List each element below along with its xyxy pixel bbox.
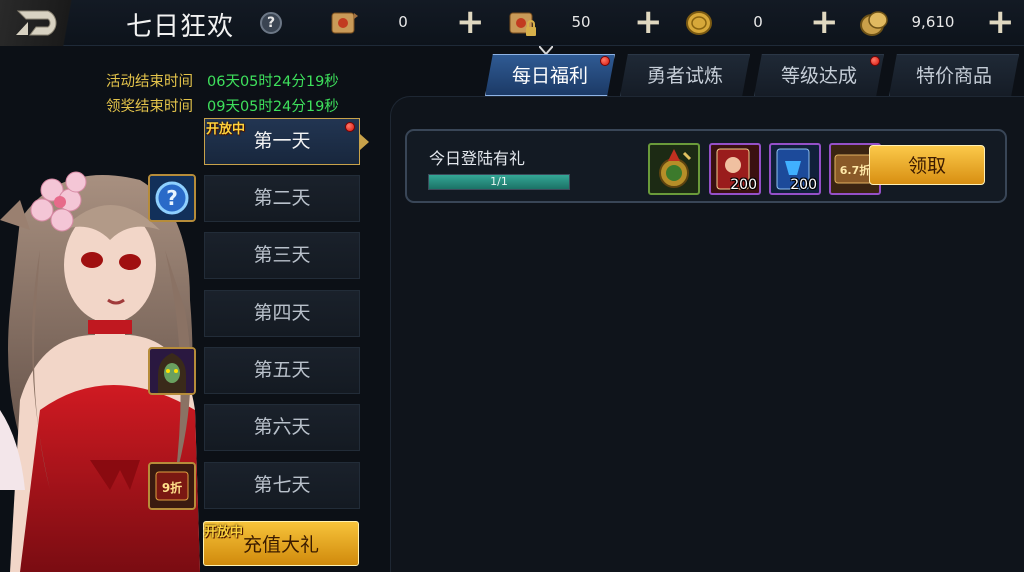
top-bar: 七日狂欢 ? 0 + 50 + 0 + 9,610 + [0,0,1024,46]
recharge-gift-label: 充值大礼 [242,534,319,556]
event-end-timer: 活动结束时间 06天05时24分19秒 [106,70,339,91]
tab-label: 每日福利 [511,65,588,87]
back-arrow-icon [16,10,57,36]
tab-label: 等级达成 [780,65,857,87]
day-label: 第五天 [253,359,311,381]
tab-special-offers[interactable]: 特价商品 [889,54,1019,96]
portrait-hooded-figure-icon[interactable] [148,347,196,395]
discount-card-icon[interactable]: 9折 [148,462,196,510]
day-tab-5[interactable]: 第五天 [204,347,360,394]
day-tab-4[interactable]: 第四天 [204,290,360,337]
day-label: 第二天 [253,187,311,209]
task-card: 今日登陆有礼 1/1 200 200 6.7折 领取 [405,129,1007,203]
day-tab-2[interactable]: 第二天 [204,175,360,222]
day-tab-6[interactable]: 第六天 [204,404,360,451]
tab-hero-trial[interactable]: 勇者试炼 [620,54,750,96]
back-button[interactable] [0,0,110,46]
timer-label: 领奖结束时间 [106,99,193,115]
add-gold-coin-button[interactable]: + [810,5,839,39]
claim-label: 领取 [907,155,946,177]
discount-text: 6.7折 [840,163,871,177]
day-label: 第四天 [253,302,311,324]
help-icon[interactable]: ? [260,12,282,34]
tab-label: 特价商品 [915,65,992,87]
tab-daily-benefits[interactable]: 每日福利 [485,54,615,96]
add-locked-scroll-button[interactable]: + [634,5,663,39]
notification-dot-icon [345,122,355,132]
day-label: 第三天 [253,244,311,266]
open-badge: 开放中 [204,525,244,540]
open-badge: 开放中 [206,122,246,137]
claim-end-timer: 领奖结束时间 09天05时24分19秒 [106,95,339,116]
red-card-icon[interactable]: 200 [709,143,761,195]
page-title: 七日狂欢 [126,12,235,42]
tab-level-reached[interactable]: 等级达成 [754,54,884,96]
add-coin-button[interactable]: + [986,5,1015,39]
timer-value: 06天05时24分19秒 [207,74,339,90]
svg-text:?: ? [166,186,178,210]
timer-label: 活动结束时间 [106,74,193,90]
item-quantity: 200 [790,177,817,193]
task-progress-bar: 1/1 [428,174,570,190]
resource-value: 9,610 [911,13,955,31]
discount-text: 9折 [162,480,182,495]
day-tab-3[interactable]: 第三天 [204,232,360,279]
day-tab-7[interactable]: 第七天 [204,462,360,509]
timer-value: 09天05时24分19秒 [207,99,339,115]
day-label: 第一天 [253,130,311,152]
claim-button[interactable]: 领取 [869,145,985,185]
notification-dot-icon [600,56,610,66]
selected-arrow-icon [360,134,369,150]
blue-card-icon[interactable]: 200 [769,143,821,195]
portrait-frame-blue-icon[interactable]: ? [148,174,196,222]
notification-dot-icon [870,56,880,66]
resource-value: 0 [753,13,763,31]
resource-value: 0 [398,13,408,31]
progress-text: 1/1 [490,175,508,188]
day-label: 第六天 [253,416,311,438]
item-quantity: 200 [730,177,757,193]
tab-label: 勇者试炼 [646,65,723,87]
resource-value: 50 [571,13,591,31]
compass-medal-icon[interactable] [648,143,700,195]
day-label: 第七天 [253,474,311,496]
add-scroll-button[interactable]: + [456,5,485,39]
task-title: 今日登陆有礼 [429,149,526,168]
